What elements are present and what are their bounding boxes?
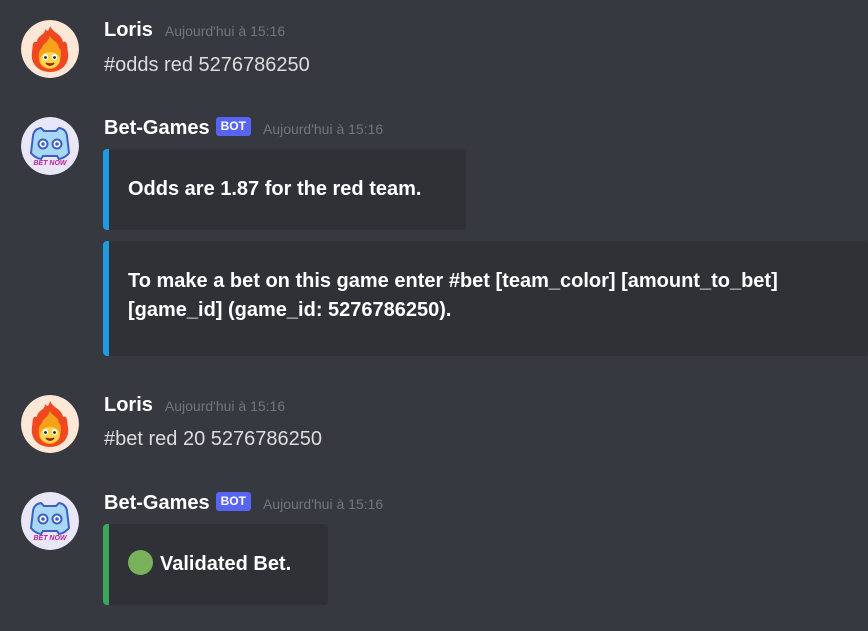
timestamp: Aujourd'hui à 15:16 — [262, 496, 384, 512]
embed: Validated Bet. — [103, 524, 328, 605]
avatar[interactable] — [21, 395, 79, 453]
message-text: #odds red 5276786250 — [104, 54, 310, 76]
timestamp: Aujourd'hui à 15:16 — [164, 23, 286, 39]
avatar-caption: BET NOW — [33, 535, 67, 542]
bot-tag: BOT — [215, 117, 251, 136]
message-header: Bet-Games BOT Aujourd'hui à 15:16 — [104, 492, 383, 515]
avatar[interactable]: BET NOW — [21, 117, 79, 175]
embed: Odds are 1.87 for the red team. — [103, 149, 466, 230]
avatar-caption: BET NOW — [33, 160, 67, 167]
green-circle-icon — [128, 550, 153, 575]
message-text: #bet red 20 5276786250 — [104, 428, 322, 450]
embed-text: To make a bet on this game enter #bet [t… — [128, 270, 778, 321]
username[interactable]: Loris — [104, 394, 153, 417]
embed: To make a bet on this game enter #bet [t… — [103, 241, 868, 356]
message-header: Bet-Games BOT Aujourd'hui à 15:16 — [104, 117, 383, 140]
bot-tag: BOT — [215, 492, 251, 511]
message-header: Loris Aujourd'hui à 15:16 — [104, 19, 285, 42]
avatar[interactable] — [21, 20, 79, 78]
message-header: Loris Aujourd'hui à 15:16 — [104, 394, 285, 417]
timestamp: Aujourd'hui à 15:16 — [164, 398, 286, 414]
username[interactable]: Loris — [104, 19, 153, 42]
username[interactable]: Bet-Games — [104, 117, 210, 140]
timestamp: Aujourd'hui à 15:16 — [262, 121, 384, 137]
fire-character-icon — [21, 20, 79, 78]
fire-character-icon — [21, 395, 79, 453]
avatar[interactable]: BET NOW — [21, 492, 79, 550]
chat-messages: Loris Aujourd'hui à 15:16 #odds red 5276… — [0, 0, 868, 631]
embed-text: Odds are 1.87 for the red team. — [128, 178, 422, 200]
username[interactable]: Bet-Games — [104, 492, 210, 515]
embed-text: Validated Bet. — [160, 553, 292, 575]
